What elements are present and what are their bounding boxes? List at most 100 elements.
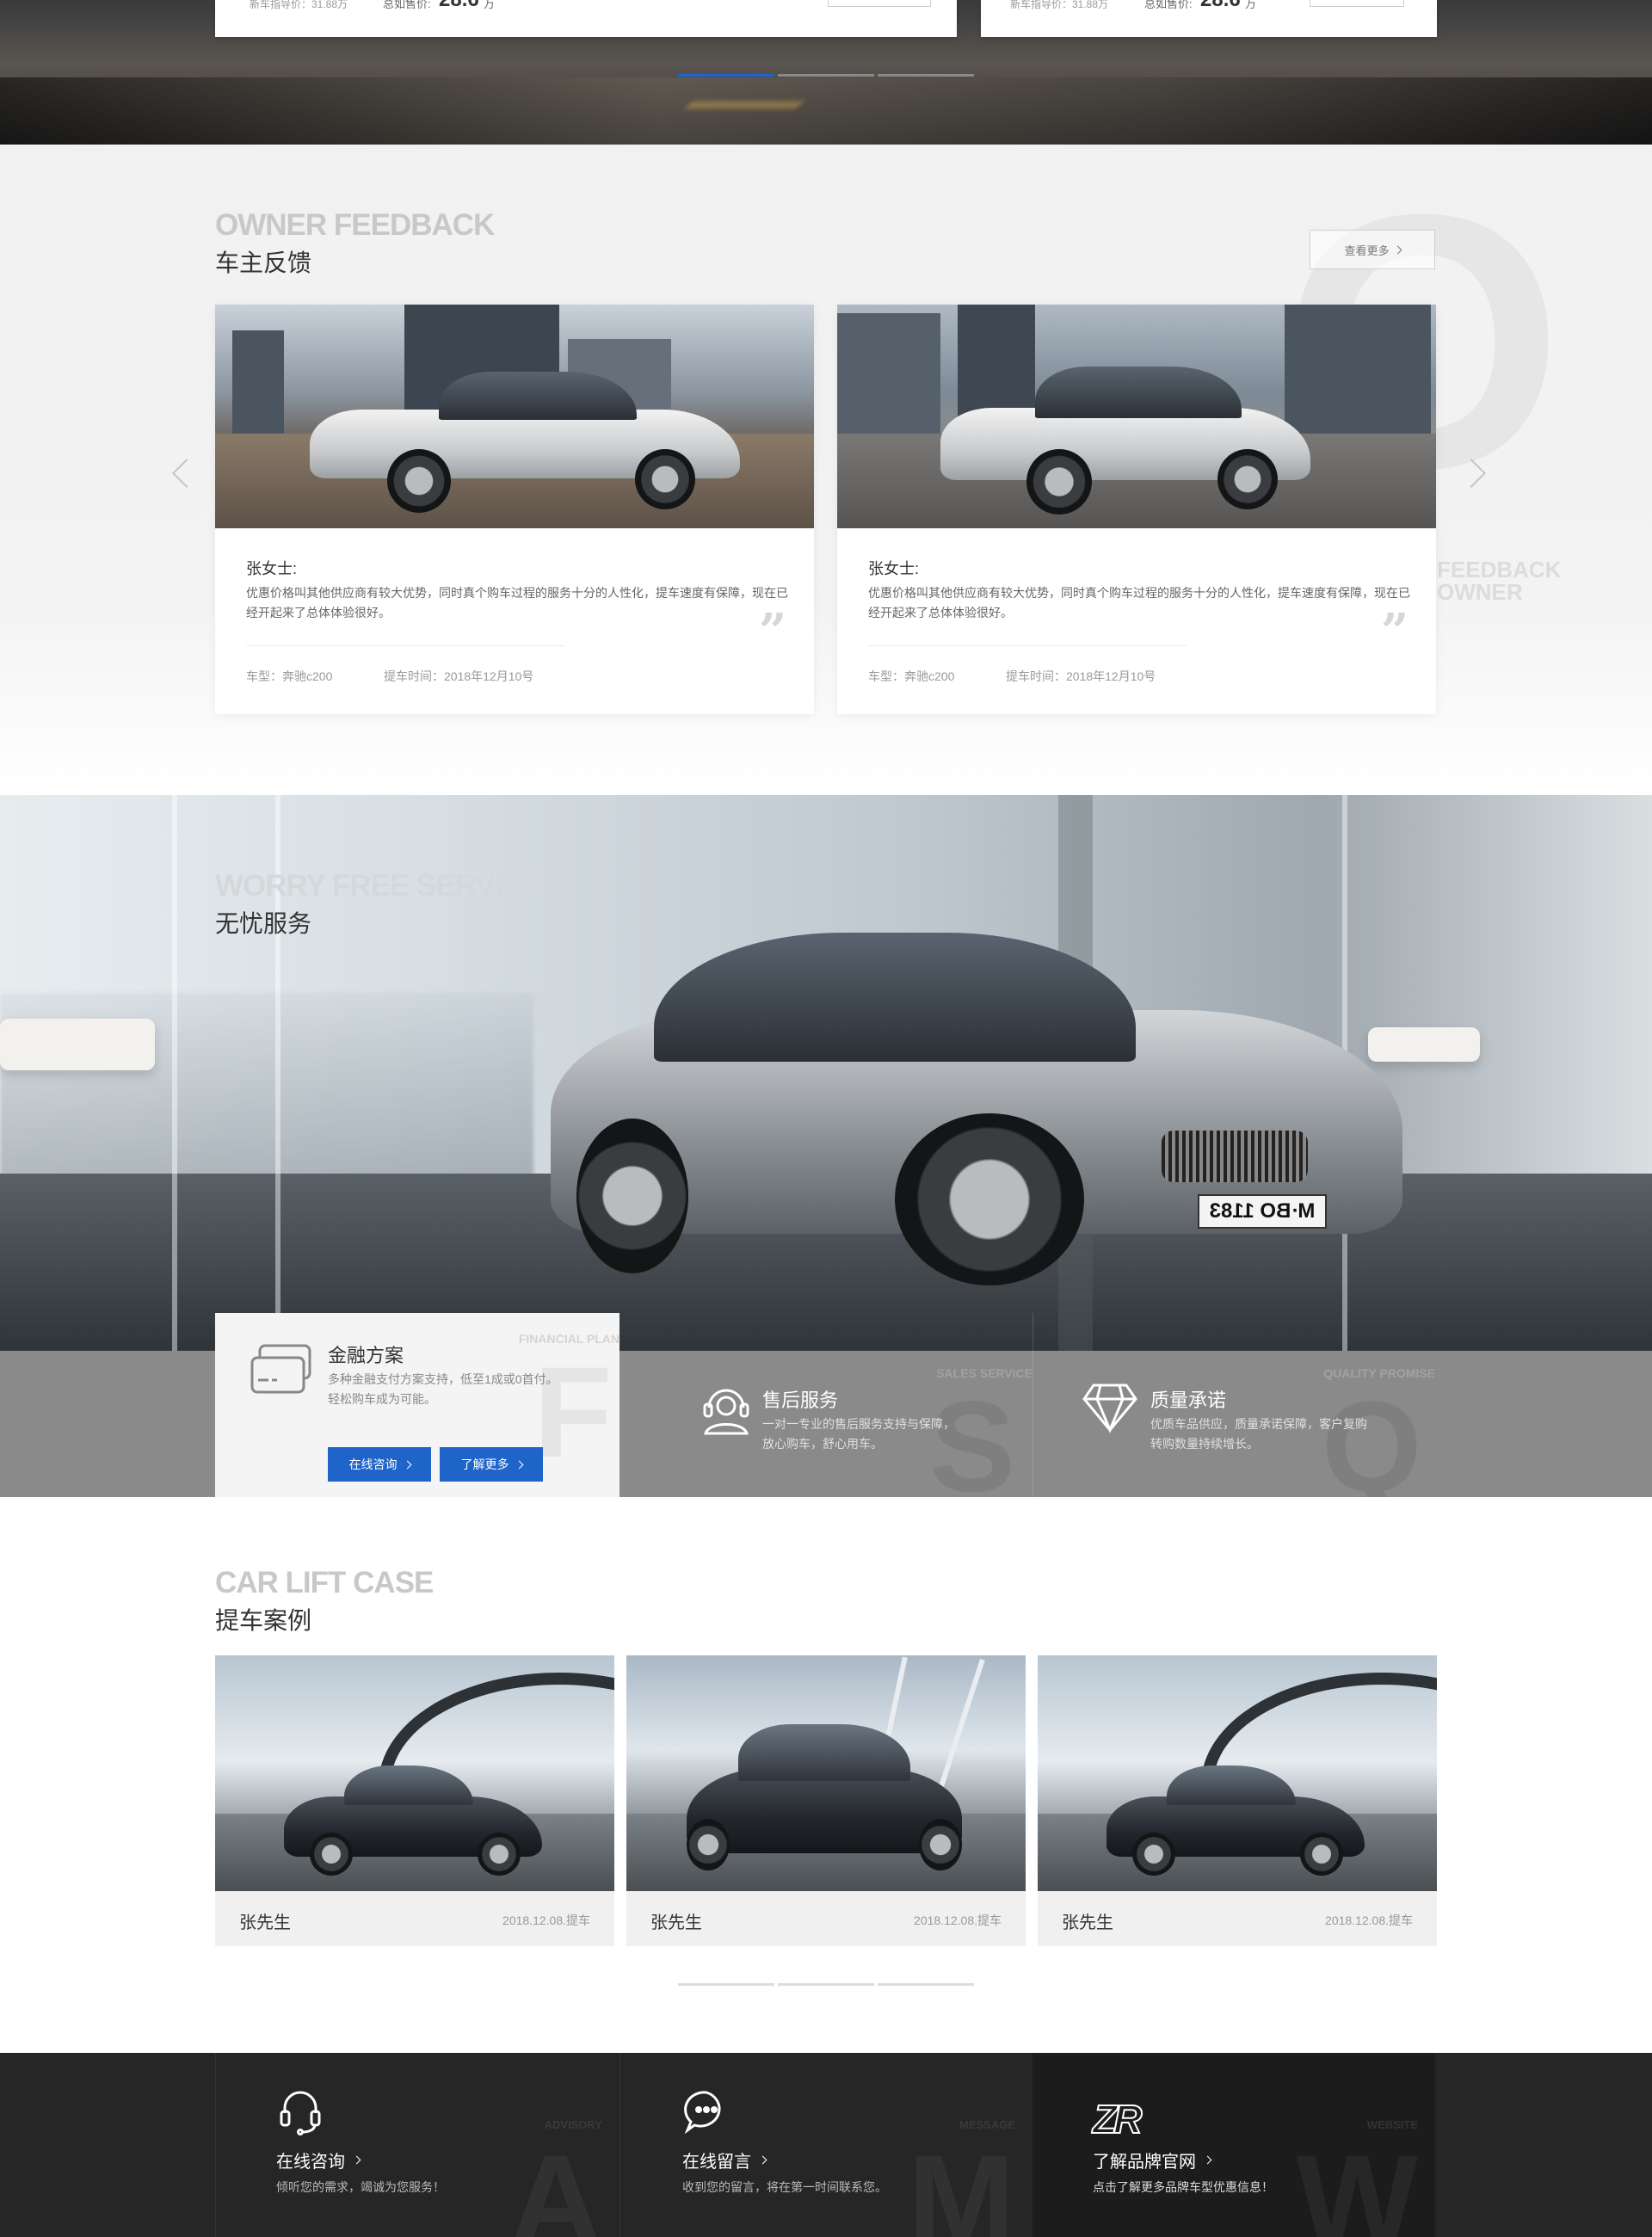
lift-case-photo (626, 1655, 1026, 1891)
footer-bg-letter: M (908, 2128, 1015, 2237)
footer-online-message[interactable]: MESSAGE M 在线留言 收到您的留言，将在第一时间联系您。 (620, 2053, 1032, 2237)
online-consult-button[interactable]: 在线咨询 (328, 1447, 431, 1482)
review-text: 优惠价格叫其他供应商有较大优势，同时真个购车过程的服务十分的人性化，提车速度有保… (246, 586, 788, 619)
customer-name: 张先生 (1062, 1913, 1113, 1932)
divider (868, 645, 1187, 646)
chevron-right-icon (403, 1460, 411, 1469)
chevron-right-icon (352, 2155, 361, 2165)
owner-feedback-section: O FEEDBACK OWNER OWNER FEEDBACK 车主反馈 查看更… (0, 145, 1652, 795)
service-bg-letter: F (533, 1340, 613, 1484)
lift-case-card[interactable]: 张先生 2018.12.08.提车 (215, 1655, 614, 1946)
footer-desc: 点击了解更多品牌车型优惠信息！ (1093, 2180, 1273, 2194)
footer-desc: 倾听您的需求，竭诚为您服务！ (276, 2180, 445, 2194)
hero-car-card[interactable]: 新车指导价：31.88万 总如售价: 28.6 万 (215, 0, 957, 37)
service-quality-promise[interactable]: QUALITY PROMISE Q 质量承诺 优质车品供应，质量承诺保障，客户复… (1032, 1313, 1435, 1497)
view-more-button[interactable]: 查看更多 (1310, 230, 1435, 269)
learn-more-label: 了解更多 (460, 1457, 509, 1471)
view-more-label: 查看更多 (1344, 243, 1390, 257)
hero-road (0, 77, 1652, 145)
car-lift-case-section: CAR LIFT CASE 提车案例 张先生 2018.12.08.提车 张先生… (0, 1497, 1652, 2053)
feedback-card[interactable]: 张女士: 优惠价格叫其他供应商有较大优势，同时真个购车过程的服务十分的人性化，提… (837, 305, 1436, 714)
carousel-dot[interactable] (878, 1983, 974, 1986)
section-title-cn: 提车案例 (215, 1607, 312, 1634)
feedback-car-photo (215, 305, 814, 528)
sale-price-unit: 万 (1245, 0, 1257, 10)
customer-name: 张先生 (239, 1913, 291, 1932)
footer-bg-letter: A (509, 2128, 602, 2237)
feedback-card[interactable]: 张女士: 优惠价格叫其他供应商有较大优势，同时真个购车过程的服务十分的人性化，提… (215, 305, 814, 714)
footer-title-text: 在线留言 (682, 2153, 751, 2172)
license-plate: M·BO 1183 (1198, 1194, 1327, 1229)
service-title: 金融方案 (328, 1345, 404, 1366)
review-text: 优惠价格叫其他供应商有较大优势，同时真个购车过程的服务十分的人性化，提车速度有保… (868, 586, 1410, 619)
service-after-sales[interactable]: SALES SERVICE S 售后服务 一对一专业的售后服务支持与保障， 放心… (620, 1313, 1032, 1497)
carousel-dot[interactable] (678, 74, 774, 77)
carousel-dot[interactable] (878, 74, 974, 77)
section-title-en: OWNER FEEDBACK (215, 208, 495, 242)
kidney-grille (1162, 1131, 1308, 1182)
service-desc-line: 优质车品供应，质量承诺保障，客户复购 (1150, 1417, 1367, 1431)
feedback-watermark: FEEDBACK (1437, 557, 1562, 582)
carousel-dot[interactable] (678, 1983, 774, 1986)
black-coupe (1106, 1762, 1365, 1876)
pickup-date: 2018.12.08.提车 (1325, 1913, 1413, 1927)
reviewer-name: 张女士: (246, 560, 298, 577)
prev-arrow-icon[interactable] (172, 459, 201, 488)
customer-service-icon (700, 1380, 752, 1441)
divider (246, 645, 564, 646)
footer-online-consult[interactable]: ADVISORY A 在线咨询 倾听您的需求，竭诚为您服务！ (215, 2053, 620, 2237)
footer-brand-site[interactable]: WEBSITE W ZR 了解品牌官网 点击了解更多品牌车型优惠信息！ (1032, 2053, 1435, 2237)
footer-bg-letter: W (1296, 2128, 1418, 2237)
carousel-dot[interactable] (778, 1983, 874, 1986)
lift-case-photo (1038, 1655, 1437, 1891)
chat-bubble-icon (682, 2087, 730, 2140)
white-sedan (310, 356, 740, 513)
service-desc-line: 放心购车，舒心用车。 (762, 1437, 883, 1451)
reviewer-name: 张女士: (868, 560, 920, 577)
footer-title-text: 了解品牌官网 (1093, 2153, 1196, 2172)
sale-price-label: 总如售价: (1144, 0, 1193, 10)
brand-logo-icon: ZR (1092, 2096, 1143, 2142)
hero-carousel-dots (678, 74, 974, 77)
sale-price: 28.6 (439, 0, 479, 12)
pickup-date: 2018.12.08.提车 (914, 1913, 1002, 1927)
lift-carousel-dots (678, 1983, 974, 1986)
lift-case-photo (215, 1655, 614, 1891)
quote-icon: ” (1381, 603, 1409, 660)
pickup-date: 2018.12.08.提车 (502, 1913, 590, 1927)
lift-case-card[interactable]: 张先生 2018.12.08.提车 (1038, 1655, 1437, 1946)
service-financial-plan[interactable]: FINANCIAL PLAN F 金融方案 多种金融支付方案支持，低至1成或0首… (215, 1313, 620, 1497)
chevron-right-icon (758, 2155, 767, 2165)
footer-title-text: 在线咨询 (276, 2153, 345, 2172)
quote-icon: ” (759, 603, 787, 660)
car-model: 车型：奔驰c200 (246, 669, 333, 683)
hero-car-card[interactable]: 新车指导价：31.88万 总如售价: 28.6 万 (981, 0, 1437, 37)
carousel-dot[interactable] (778, 74, 874, 77)
diamond-icon (1082, 1382, 1138, 1438)
window-frame (172, 795, 177, 1351)
footer-title: 在线咨询 (276, 2148, 361, 2172)
learn-more-button[interactable]: 了解更多 (440, 1447, 543, 1482)
hero-card-button[interactable] (1310, 0, 1404, 7)
lift-case-card[interactable]: 张先生 2018.12.08.提车 (626, 1655, 1026, 1946)
sale-price-unit: 万 (484, 0, 496, 10)
footer-title: 在线留言 (682, 2148, 767, 2172)
guide-price: 新车指导价：31.88万 (1010, 0, 1109, 10)
footer: ADVISORY A 在线咨询 倾听您的需求，竭诚为您服务！ MESSAGE M (0, 2053, 1652, 2237)
service-desc-line: 转购数量持续增长。 (1150, 1437, 1259, 1451)
service-bg-letter: Q (1322, 1374, 1422, 1497)
section-title-en: WORRY FREE SERVICE (215, 869, 543, 903)
footer-desc: 收到您的留言，将在第一时间联系您。 (682, 2180, 887, 2194)
feedback-car-photo (837, 305, 1436, 528)
sale-price: 28.6 (1200, 0, 1241, 12)
pickup-date: 提车时间：2018年12月10号 (384, 669, 534, 683)
service-title: 质量承诺 (1150, 1390, 1227, 1411)
online-consult-label: 在线咨询 (348, 1457, 398, 1471)
black-coupe (284, 1762, 542, 1876)
car-model: 车型：奔驰c200 (868, 669, 955, 683)
chevron-right-icon (1203, 2155, 1212, 2165)
service-desc-line: 一对一专业的售后服务支持与保障， (762, 1417, 955, 1431)
hero-card-button[interactable] (828, 0, 931, 7)
customer-name: 张先生 (650, 1913, 702, 1932)
white-hatchback (940, 358, 1310, 515)
